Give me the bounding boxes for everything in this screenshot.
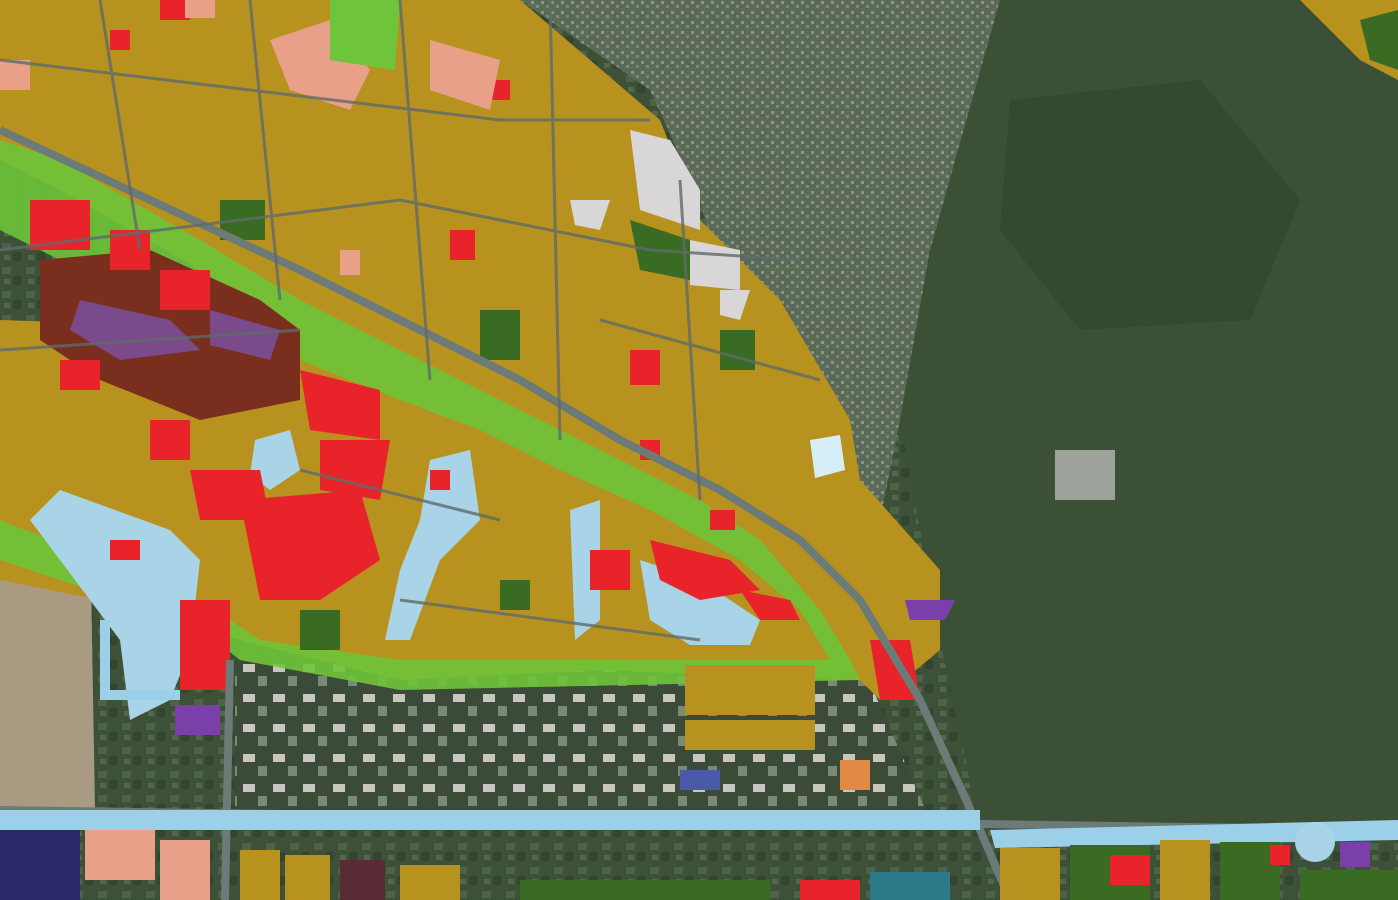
light-green-park[interactable] [330,0,400,70]
canal-band-south[interactable] [0,810,980,830]
gray-compound [1055,450,1115,500]
utility-parcel-2[interactable] [175,705,220,735]
zoning-map[interactable] [0,0,1398,900]
